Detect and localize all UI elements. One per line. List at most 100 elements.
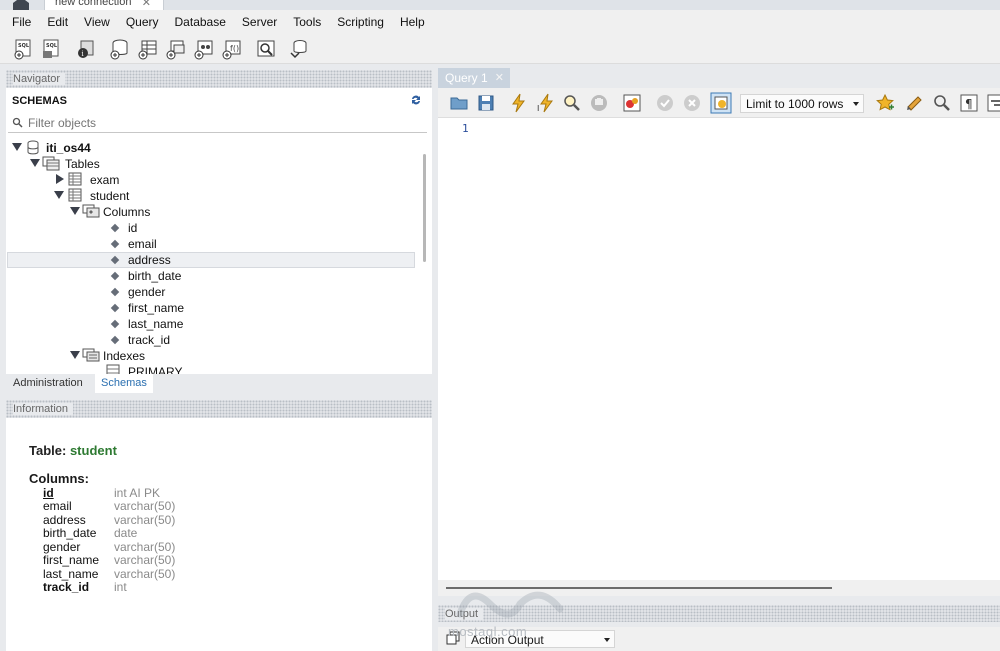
- info-column-type: int: [114, 580, 127, 594]
- execute-current-icon[interactable]: I: [536, 93, 556, 113]
- column-diamond-icon: [110, 287, 120, 297]
- indexes-folder-icon: [82, 348, 100, 362]
- svg-text:I: I: [537, 104, 539, 113]
- collapse-arrow-icon[interactable]: [70, 351, 80, 359]
- tree-node-index-primary[interactable]: PRIMARY: [100, 364, 220, 374]
- execute-icon[interactable]: [509, 93, 529, 113]
- tree-node-column[interactable]: email: [110, 236, 230, 252]
- line-number: 1: [462, 122, 469, 135]
- home-icon[interactable]: [8, 0, 34, 10]
- word-wrap-icon[interactable]: [986, 93, 1000, 113]
- collapse-arrow-icon[interactable]: [30, 159, 40, 167]
- new-sql-tab-icon[interactable]: SQL: [12, 38, 34, 60]
- navigator-title: Navigator: [13, 73, 66, 85]
- tree-node-table-exam[interactable]: exam: [50, 172, 170, 188]
- column-label: last_name: [128, 317, 184, 331]
- tree-node-schema[interactable]: iti_os44: [12, 140, 132, 156]
- navigator-scrollbar[interactable]: [423, 154, 426, 262]
- connection-tab-label: new connection: [55, 0, 132, 8]
- beautify-icon[interactable]: [905, 93, 925, 113]
- column-diamond-icon: [110, 319, 120, 329]
- menu-help[interactable]: Help: [392, 15, 433, 29]
- information-header: Information: [6, 400, 432, 418]
- commit-icon[interactable]: [655, 93, 675, 113]
- menu-database[interactable]: Database: [167, 15, 234, 29]
- menu-server[interactable]: Server: [234, 15, 285, 29]
- close-query-tab-icon[interactable]: ✕: [495, 71, 504, 84]
- collapse-arrow-icon[interactable]: [54, 191, 64, 199]
- info-column-type: varchar(50): [114, 513, 176, 527]
- info-column-name: address: [43, 513, 86, 527]
- toggle-error-continue-icon[interactable]: [622, 93, 642, 113]
- refresh-icon[interactable]: [410, 94, 422, 106]
- create-function-icon[interactable]: f(): [221, 38, 243, 60]
- tree-node-column[interactable]: birth_date: [110, 268, 230, 284]
- tree-node-column[interactable]: last_name: [110, 316, 230, 332]
- main-toolbar: SQL SQL i f(): [0, 34, 1000, 64]
- open-sql-script-icon[interactable]: SQL: [40, 38, 62, 60]
- menu-view[interactable]: View: [76, 15, 118, 29]
- menu-edit[interactable]: Edit: [39, 15, 76, 29]
- sql-editor[interactable]: 1: [438, 118, 1000, 580]
- save-icon[interactable]: [476, 93, 496, 113]
- tab-schemas[interactable]: Schemas: [95, 374, 153, 393]
- create-view-icon[interactable]: [165, 38, 187, 60]
- menu-scripting[interactable]: Scripting: [329, 15, 392, 29]
- create-procedure-icon[interactable]: [193, 38, 215, 60]
- collapse-arrow-icon[interactable]: [12, 143, 22, 151]
- query-toolbar: I Limit to 1000 rows ¶: [438, 88, 1000, 118]
- tree-node-tables[interactable]: Tables: [30, 156, 150, 172]
- information-panel: Table: student Columns: id int AI PK ema…: [6, 418, 432, 651]
- info-column-type: varchar(50): [114, 499, 176, 513]
- tables-label: Tables: [65, 157, 100, 171]
- collapse-arrow-icon[interactable]: [70, 207, 80, 215]
- tables-folder-icon: [42, 156, 60, 171]
- tree-node-column[interactable]: first_name: [110, 300, 230, 316]
- menu-tools[interactable]: Tools: [285, 15, 329, 29]
- create-schema-icon[interactable]: [109, 38, 131, 60]
- info-column-name: id: [43, 486, 54, 500]
- column-diamond-icon: [110, 271, 120, 281]
- tree-node-table-student[interactable]: student: [50, 188, 170, 204]
- chevron-down-icon: [604, 638, 610, 642]
- schemas-title: SCHEMAS: [12, 95, 68, 107]
- tree-node-column[interactable]: address: [110, 252, 230, 268]
- tree-node-indexes[interactable]: Indexes: [70, 348, 190, 364]
- close-connection-tab-icon[interactable]: ✕: [142, 0, 151, 9]
- info-columns-title: Columns:: [29, 471, 89, 486]
- rollback-icon[interactable]: [682, 93, 702, 113]
- add-snippet-icon[interactable]: [875, 93, 895, 113]
- tree-node-column[interactable]: id: [110, 220, 230, 236]
- open-folder-icon[interactable]: [449, 93, 469, 113]
- tree-node-column[interactable]: gender: [110, 284, 230, 300]
- inspector-icon[interactable]: i: [75, 38, 97, 60]
- connection-tab[interactable]: new connection ✕: [44, 0, 164, 10]
- tab-administration[interactable]: Administration: [6, 374, 90, 393]
- column-label: id: [128, 221, 138, 235]
- menu-file[interactable]: File: [4, 15, 39, 29]
- tab-query-1[interactable]: Query 1 ✕: [438, 68, 510, 88]
- create-table-icon[interactable]: [137, 38, 159, 60]
- tree-node-column[interactable]: track_id: [110, 332, 230, 348]
- search-table-data-icon[interactable]: [255, 38, 277, 60]
- index-icon: [106, 364, 120, 374]
- info-column-type: varchar(50): [114, 553, 176, 567]
- menu-query[interactable]: Query: [118, 15, 167, 29]
- query-tab-bar: Query 1 ✕: [438, 68, 1000, 88]
- column-label: address: [128, 253, 171, 267]
- explain-icon[interactable]: [562, 93, 582, 113]
- expand-arrow-icon[interactable]: [56, 174, 64, 184]
- column-diamond-icon: [110, 239, 120, 249]
- tree-node-columns[interactable]: Columns: [70, 204, 190, 220]
- index-primary-label: PRIMARY: [128, 365, 183, 374]
- stop-icon[interactable]: [589, 93, 609, 113]
- info-column-type: varchar(50): [114, 540, 176, 554]
- find-icon[interactable]: [932, 93, 952, 113]
- limit-rows-select[interactable]: Limit to 1000 rows: [740, 94, 864, 113]
- filter-objects-input[interactable]: [28, 114, 423, 131]
- columns-label: Columns: [103, 205, 151, 219]
- search-icon: [12, 117, 23, 128]
- auto-commit-icon[interactable]: [710, 92, 732, 114]
- invisible-chars-icon[interactable]: ¶: [959, 93, 979, 113]
- reconnect-icon[interactable]: [288, 38, 310, 60]
